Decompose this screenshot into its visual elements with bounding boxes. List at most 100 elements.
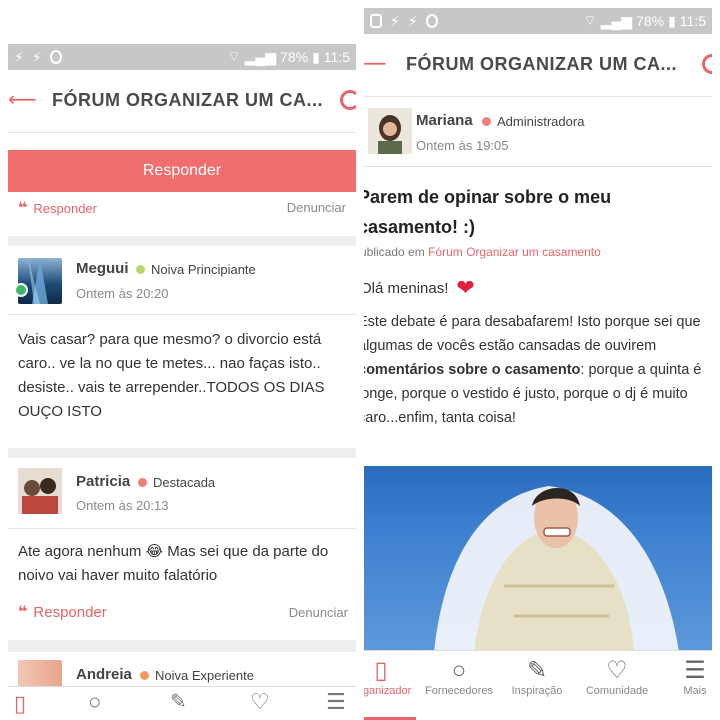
rank-dot — [136, 265, 145, 274]
divider — [364, 96, 712, 97]
author-rank: Noiva Principiante — [136, 262, 256, 277]
published-prefix: ublicado em — [364, 245, 425, 259]
comment-time: Ontem às 20:13 — [76, 498, 169, 513]
rank-dot — [140, 671, 149, 680]
nav-organizador[interactable]: ▯ Organizador — [364, 657, 416, 697]
notebook-icon[interactable]: ▯ — [14, 691, 26, 717]
clock: 11:5 — [323, 49, 350, 65]
nav-label: Inspiração — [511, 685, 563, 697]
author-rank: Administradora — [482, 114, 584, 129]
post-time: Ontem às 19:05 — [416, 138, 509, 153]
nav-label: Fornecedores — [425, 685, 493, 697]
rank-label: Administradora — [497, 114, 585, 129]
section-gap — [8, 448, 356, 458]
published-info: ublicado em Fórum Organizar um casamento — [364, 245, 601, 259]
forum-link[interactable]: Fórum Organizar um casamento — [428, 245, 601, 259]
page-title: FÓRUM ORGANIZAR UM CA... — [406, 54, 677, 74]
messenger-icon — [425, 14, 438, 28]
search-icon[interactable]: ○ — [88, 689, 101, 715]
comment-time: Ontem às 20:20 — [76, 286, 169, 301]
author-name[interactable]: Patricia — [76, 473, 130, 490]
status-bar: ⚡ ⚡ ⌔ ▂▄▆ 78% ▮ 11:5 — [8, 44, 356, 70]
usb-icon: ⚡ — [14, 49, 24, 65]
rank-dot — [138, 478, 147, 487]
menu-icon[interactable]: ☰ — [326, 689, 346, 715]
usb-icon: ⚡ — [407, 13, 418, 29]
search-icon: ○ — [451, 657, 467, 684]
usb-icon: ⚡ — [31, 49, 42, 65]
battery-icon: ▮ — [312, 48, 320, 65]
app-bar: ⟵ FÓRUM ORGANIZAR UM CA... — [364, 40, 712, 90]
wifi-icon: ⌔ — [583, 12, 597, 28]
community-heart-icon: ♡ — [606, 657, 628, 684]
post-body-line: Este debate é para desabafarem! Isto por… — [364, 314, 701, 330]
post-title: Parem de opinar sobre o meu casamento! :… — [364, 182, 698, 242]
post-body-bold: comentários sobre o casamento — [364, 362, 581, 378]
battery-percent: 78% — [280, 49, 309, 65]
avatar-image — [18, 468, 62, 514]
post-body-line: caro...enfim, tanta coisa! — [364, 410, 516, 426]
signal-icon: ▂▄▆ — [600, 12, 633, 29]
author-name[interactable]: Andreia — [76, 666, 132, 683]
instagram-icon — [370, 14, 382, 28]
divider — [8, 528, 356, 529]
divider — [8, 314, 356, 315]
nav-fornecedores[interactable]: ○ Fornecedores — [424, 657, 494, 697]
prev-reply-link[interactable]: ❝ Responder — [18, 198, 97, 218]
post-body-line: longe, porque o vestido é justo, porque … — [364, 386, 688, 402]
avatar-image — [368, 108, 412, 154]
avatar — [368, 108, 412, 154]
status-bar: ⚡ ⚡ ⌔ ▂▄▆ 78% ▮ 11:5 — [364, 8, 712, 34]
report-link[interactable]: Denunciar — [289, 605, 348, 620]
comment-text: Ate agora nenhum 😂 Mas sei que da parte … — [18, 543, 329, 584]
post-body: Este debate é para desabafarem! Isto por… — [364, 310, 708, 430]
avatar — [18, 258, 62, 304]
inspiration-icon[interactable]: ✎ — [170, 689, 187, 714]
community-heart-icon[interactable]: ♡ — [250, 689, 270, 715]
nav-inspiracao[interactable]: ✎ Inspiração — [502, 657, 572, 697]
prev-report-link[interactable]: Denunciar — [287, 200, 346, 215]
divider — [8, 132, 356, 133]
section-gap — [8, 236, 356, 246]
refresh-icon[interactable] — [702, 54, 712, 74]
left-screenshot: ⚡ ⚡ ⌔ ▂▄▆ 78% ▮ 11:5 ⟵ FÓRUM ORGANIZAR U… — [8, 0, 356, 720]
reply-label: Responder — [33, 603, 107, 621]
signal-icon: ▂▄▆ — [244, 48, 277, 65]
nav-label: Organizador — [364, 685, 412, 697]
prev-reply-label: Responder — [33, 200, 97, 216]
author-rank: Noiva Experiente — [140, 668, 254, 683]
nav-comunidade[interactable]: ♡ Comunidade — [582, 657, 652, 697]
rank-label: Noiva Experiente — [155, 668, 254, 683]
clock: 11:5 — [679, 13, 706, 29]
back-arrow-icon[interactable]: ⟵ — [364, 54, 387, 74]
rank-label: Noiva Principiante — [151, 262, 256, 277]
comment-text: Vais casar? para que mesmo? o divorcio e… — [18, 331, 325, 420]
refresh-icon[interactable] — [340, 90, 356, 110]
author-rank: Destacada — [138, 475, 215, 490]
usb-icon: ⚡ — [390, 13, 400, 29]
inspiration-icon: ✎ — [526, 657, 548, 684]
respond-button[interactable]: Responder — [8, 150, 356, 192]
bride-photo-illustration — [434, 486, 679, 652]
nav-mais[interactable]: ☰ Mais — [660, 657, 712, 697]
section-gap — [8, 640, 356, 652]
battery-icon: ▮ — [668, 12, 676, 29]
quote-icon: ❝ — [18, 604, 28, 621]
post-body-line: comentários sobre o casamento: porque a … — [364, 358, 708, 382]
heart-icon: ❤ — [456, 275, 475, 300]
rank-dot — [482, 117, 491, 126]
divider — [364, 166, 712, 167]
avatar-image — [28, 258, 48, 304]
reply-link[interactable]: ❝ Responder — [18, 602, 107, 622]
nav-label: Comunidade — [585, 685, 649, 697]
author-name[interactable]: Mariana — [416, 112, 473, 129]
author-name[interactable]: Meguui — [76, 260, 129, 277]
back-arrow-icon[interactable]: ⟵ — [8, 90, 37, 110]
avatar — [18, 468, 62, 514]
online-status-dot — [14, 283, 28, 297]
battery-percent: 78% — [636, 13, 665, 29]
post-title-line: Parem de opinar sobre o meu — [364, 187, 612, 207]
bottom-nav: ▯ Organizador ○ Fornecedores ✎ Inspiraçã… — [364, 650, 712, 720]
post-title-line: casamento! :) — [364, 217, 476, 237]
notebook-icon: ▯ — [374, 657, 388, 684]
